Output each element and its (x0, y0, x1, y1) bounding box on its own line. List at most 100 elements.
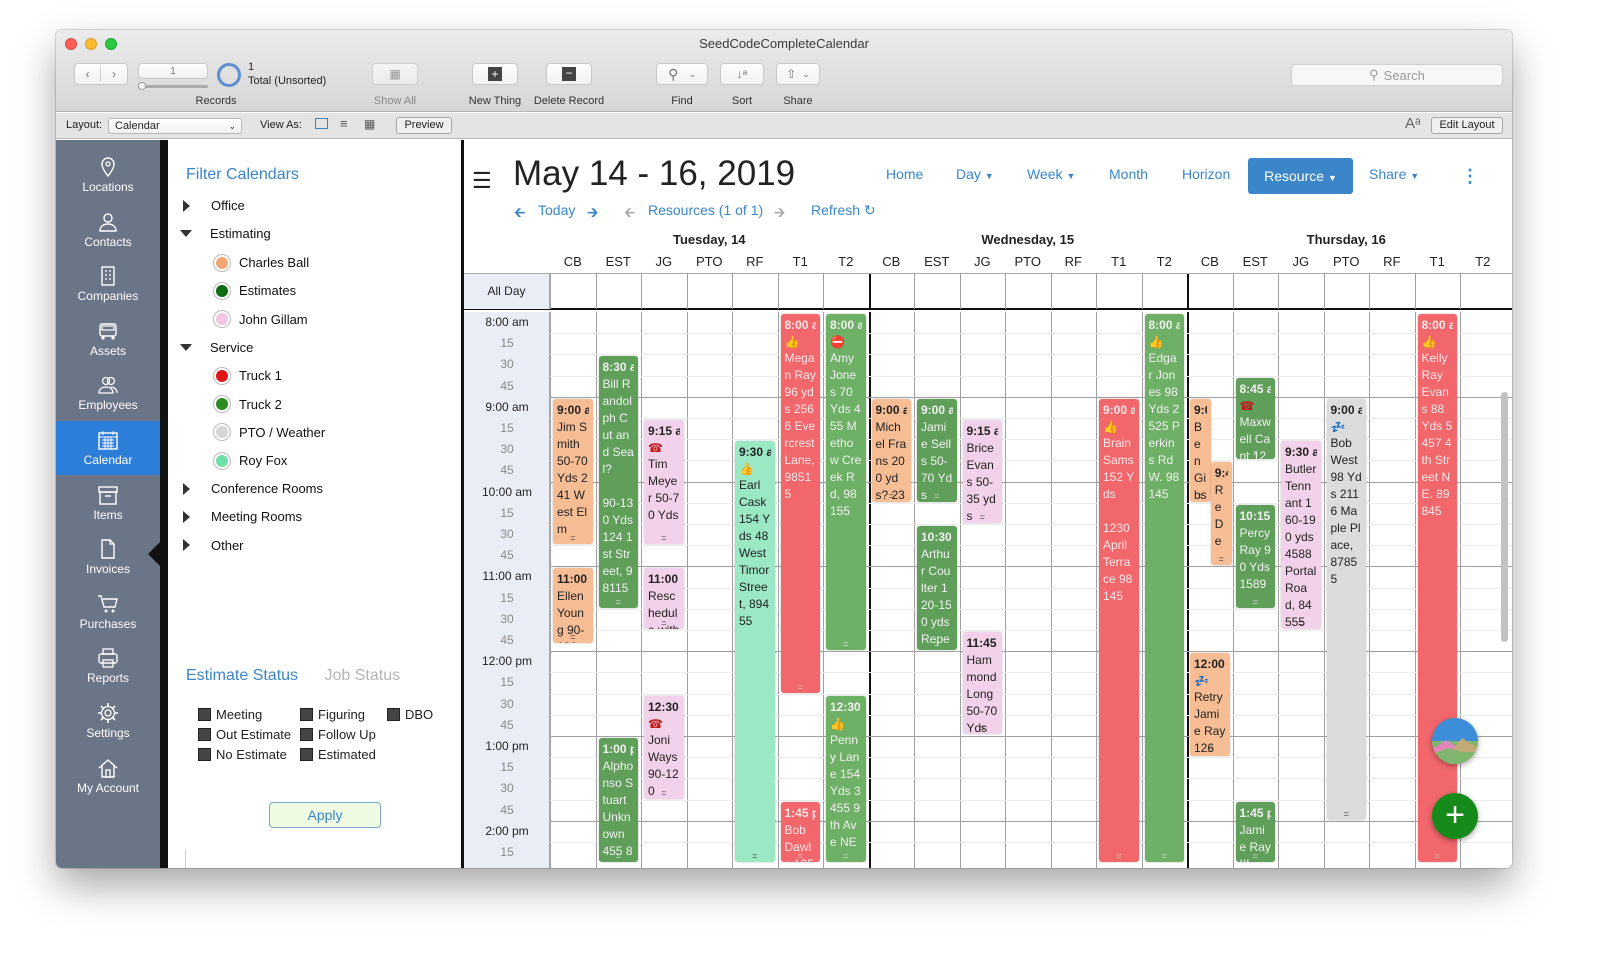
resize-handle-icon[interactable]: = (1281, 618, 1321, 628)
calendar-event[interactable]: 10:30 Arthur Coulter 120-150 yds Repeat= (917, 526, 957, 651)
calendar-event[interactable]: 8:00 am ⛔ Amy Jones 70 Yds 455 Methow Cree… (826, 314, 866, 651)
disclosure-open-icon[interactable] (180, 230, 192, 238)
checkbox-icon[interactable] (387, 708, 400, 721)
resize-handle-icon[interactable]: = (1099, 852, 1139, 861)
calendar-event[interactable]: 1:00 pm Alphonso Stuart Unknown 455 8th S… (598, 738, 638, 863)
calendar-filter-group[interactable]: Other (168, 538, 244, 553)
calendar-event[interactable]: 9:00 am Michel Frans 200 yds? 234= (871, 398, 912, 502)
resize-handle-icon[interactable]: = (1236, 449, 1276, 458)
resize-handle-icon[interactable]: = (1190, 491, 1211, 501)
day-header[interactable]: Wednesday, 15 (869, 232, 1188, 247)
arrow-left-icon[interactable]: 🡰 (514, 202, 525, 226)
resize-handle-icon[interactable]: = (644, 788, 684, 798)
calendar-color-dot-icon[interactable] (214, 452, 230, 469)
resize-handle-icon[interactable]: = (826, 852, 866, 861)
sidebar-item-locations[interactable]: Locations (56, 148, 160, 202)
resources-next-icon[interactable]: 🡲 (774, 202, 785, 226)
calendar-event[interactable]: 8:00 am 👍 Kelly Ray Evans 88 Yds 5457 4th … (1417, 314, 1458, 863)
sidebar-item-companies[interactable]: Companies (56, 257, 160, 311)
resource-header[interactable]: T1 (1415, 254, 1461, 269)
resource-header[interactable]: CB (550, 254, 596, 269)
calendar-event[interactable]: 9:30 am Butler Tennant 160-190 yds 4588 P… (1281, 441, 1321, 629)
resize-handle-icon[interactable]: = (781, 682, 821, 692)
share-button[interactable]: ⇧ ⌄ (776, 63, 820, 85)
calendar-event[interactable]: 8:45 am☎Maxwell Cant 120-150= (1235, 377, 1276, 460)
resize-handle-icon[interactable]: = (1418, 852, 1458, 861)
resource-header[interactable]: T1 (1096, 254, 1142, 269)
resource-header[interactable]: RF (1051, 254, 1097, 269)
status-checkbox[interactable]: No Estimate (198, 747, 287, 762)
share-menu-button[interactable]: Share ▼ (1369, 166, 1419, 182)
view-week-button[interactable]: Week ▼ (1027, 166, 1075, 182)
edit-layout-button[interactable]: Edit Layout (1431, 117, 1503, 134)
sidebar-item-invoices[interactable]: Invoices (56, 530, 160, 584)
vertical-scrollbar[interactable] (1501, 392, 1508, 642)
calendar-filter-item[interactable]: Truck 2 (168, 396, 282, 413)
calendar-event[interactable]: 11:45 Hammond Long 50-70 Yds = (962, 632, 1002, 734)
resource-header[interactable]: T2 (1142, 254, 1188, 269)
chart-fab-button[interactable] (1432, 718, 1478, 764)
calendar-filter-item[interactable]: PTO / Weather (168, 424, 325, 441)
sidebar-item-purchases[interactable]: Purchases (56, 585, 160, 639)
list-view-icon[interactable]: ≡ (340, 116, 348, 131)
resource-header[interactable]: T2 (1460, 254, 1506, 269)
resource-header[interactable]: PTO (1005, 254, 1051, 269)
more-options-icon[interactable]: ⋮ (1461, 166, 1479, 187)
refresh-button[interactable]: Refresh ↻ (811, 202, 876, 219)
resource-header[interactable]: JG (641, 254, 687, 269)
record-slider[interactable] (138, 82, 208, 90)
calendar-event[interactable]: 9:00 am Jamie Sells 50-70 Yds= (917, 398, 957, 502)
calendar-event[interactable]: 12:30 👍 Penny Lane 154 Yds 3455 9th Ave NE… (826, 695, 866, 863)
calendar-filter-group[interactable]: Meeting Rooms (168, 509, 302, 524)
resize-handle-icon[interactable]: = (553, 534, 593, 543)
resize-handle-icon[interactable]: = (599, 597, 639, 607)
resize-handle-icon[interactable]: = (644, 534, 684, 543)
calendar-event[interactable]: 9:00 am Jim Smith 50-70 Yds 241 West Elm= (553, 398, 593, 545)
calendar-event[interactable]: 11:00 amEllen Young 90-130= (553, 568, 593, 644)
view-home-button[interactable]: Home (886, 166, 923, 182)
view-month-button[interactable]: Month (1109, 166, 1148, 182)
sidebar-item-contacts[interactable]: Contacts (56, 203, 160, 257)
calendar-filter-item[interactable]: Truck 1 (168, 367, 282, 384)
resource-header[interactable]: CB (869, 254, 915, 269)
resource-header[interactable]: CB (1187, 254, 1233, 269)
resize-handle-icon[interactable]: = (735, 852, 775, 861)
resource-header[interactable]: JG (960, 254, 1006, 269)
hamburger-menu-icon[interactable]: ☰ (472, 168, 492, 194)
status-checkbox[interactable]: Out Estimate (198, 727, 291, 742)
tab-estimate-status[interactable]: Estimate Status (186, 667, 298, 684)
calendar-event[interactable]: 9:00 am 💤Bob West 98 Yds 2116 Maple Place… (1326, 398, 1366, 820)
resize-handle-icon[interactable]: = (553, 633, 593, 642)
delete-record-button[interactable]: − (546, 63, 592, 85)
calendar-event[interactable]: 8:30 am Bill Randolph Cut and Seal? 90-13… (598, 356, 639, 608)
show-all-button[interactable]: ▦ (372, 63, 418, 85)
calendar-event[interactable]: 1:45 pmJamie Ray III= (1235, 801, 1275, 863)
calendar-event[interactable]: 9:30 am 👍Earl Cask 154 Yds 48 West Timor … (735, 441, 775, 863)
calendar-filter-item[interactable]: Estimates (168, 282, 296, 299)
resize-handle-icon[interactable]: = (644, 618, 684, 628)
resize-handle-icon[interactable]: = (826, 640, 866, 649)
record-number-field[interactable]: 1 (138, 63, 208, 79)
calendar-event[interactable]: 11:00Reschedule with R...= (644, 568, 684, 629)
sidebar-item-assets[interactable]: Assets (56, 312, 160, 366)
sidebar-item-my-account[interactable]: My Account (56, 749, 160, 803)
new-thing-button[interactable]: + (472, 63, 518, 85)
resource-header[interactable]: EST (914, 254, 960, 269)
calendar-event[interactable]: 12:00 pm💤Retry Jamie Ray 126= (1190, 653, 1230, 757)
sidebar-item-employees[interactable]: Employees (56, 366, 160, 420)
resource-header[interactable]: T1 (778, 254, 824, 269)
calendar-color-dot-icon[interactable] (214, 367, 230, 384)
resize-handle-icon[interactable]: = (1236, 597, 1276, 607)
sidebar-item-calendar[interactable]: Calendar (56, 421, 160, 475)
resize-handle-icon[interactable]: = (917, 491, 957, 501)
apply-button[interactable]: Apply (269, 802, 381, 828)
preview-button[interactable]: Preview (396, 117, 452, 134)
resource-header[interactable]: JG (1278, 254, 1324, 269)
layout-select[interactable]: Calendar ⌄ (108, 118, 242, 134)
resize-handle-icon[interactable]: = (781, 852, 821, 861)
disclosure-closed-icon[interactable] (183, 199, 190, 212)
resize-handle-icon[interactable]: = (872, 491, 912, 501)
calendar-filter-item[interactable]: Charles Ball (168, 254, 309, 271)
resource-header[interactable]: EST (596, 254, 642, 269)
calendar-event[interactable]: 9:00 am 👍Brain Sams 152 Yds 1230 April Te… (1099, 398, 1139, 863)
